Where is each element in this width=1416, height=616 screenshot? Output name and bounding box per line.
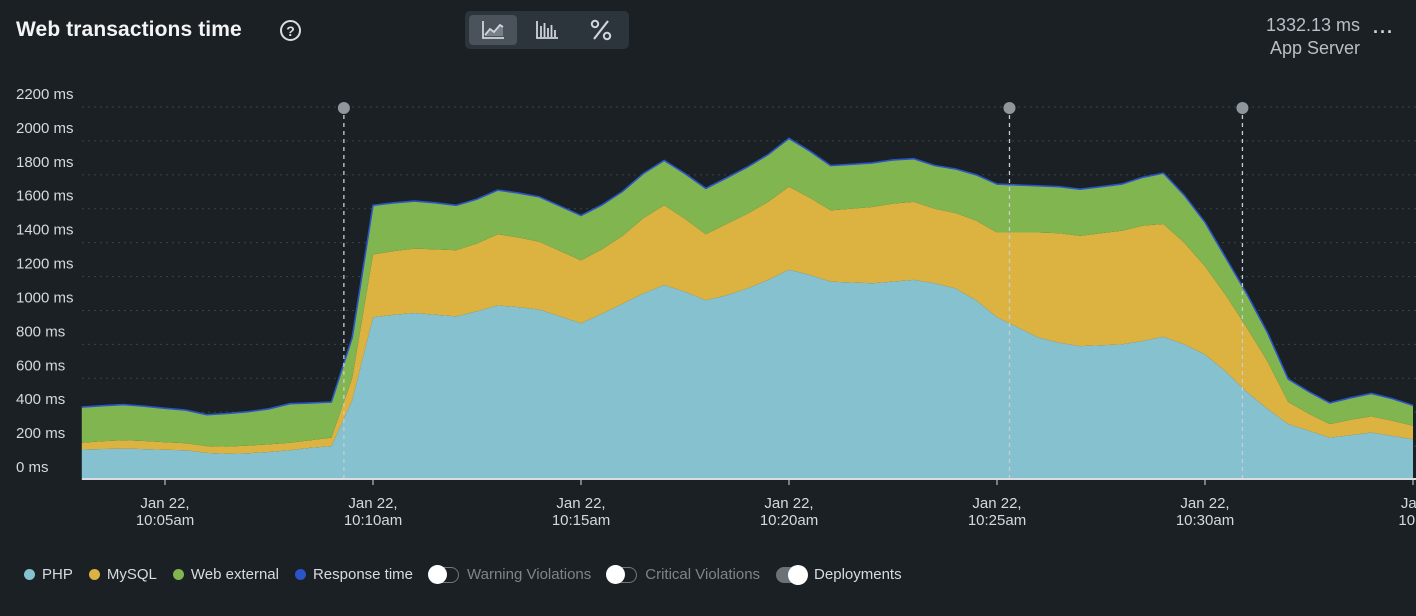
legend-label-php: PHP [42, 566, 73, 583]
critical-violations-switch[interactable] [606, 564, 638, 584]
y-tick-label: 1600 ms [16, 188, 74, 205]
x-tick-label-time: 10:3 [1398, 512, 1416, 529]
legend-item-response-time[interactable]: Response time [294, 566, 414, 583]
legend-swatch-response-time [294, 569, 306, 580]
x-tick-label-date: Jan 22, [972, 495, 1021, 512]
chart-plot: 0 ms 200 ms 400 ms 600 ms 800 ms 1000 ms 1200 … [16, 86, 1416, 529]
x-tick-label-date: Jan 22, [1180, 495, 1229, 512]
legend-label-web-external: Web external [190, 566, 279, 583]
deployments-switch[interactable] [776, 564, 809, 585]
warning-violations-switch[interactable] [428, 564, 460, 584]
y-tick-label: 1200 ms [16, 256, 74, 273]
y-tick-label: 0 ms [16, 459, 49, 476]
y-tick-label: 1000 ms [16, 289, 74, 306]
x-tick-label-date: Jan 22, [764, 495, 813, 512]
deployment-marker [1236, 102, 1249, 114]
deployments-label: Deployments [814, 566, 902, 583]
warning-violations-toggle[interactable]: Warning Violations [428, 564, 592, 584]
x-tick-label-time: 10:30am [1176, 512, 1234, 529]
y-tick-label: 400 ms [16, 391, 65, 408]
deployments-toggle[interactable]: Deployments [776, 564, 902, 585]
legend-item-web-external[interactable]: Web external [172, 566, 279, 583]
y-tick-label: 200 ms [16, 425, 65, 442]
x-tick-label-time: 10:15am [552, 512, 610, 529]
legend-item-mysql[interactable]: MySQL [88, 566, 157, 583]
x-tick-label-date: Jan 22, [556, 495, 605, 512]
x-tick-label-time: 10:20am [760, 512, 818, 529]
x-tick-label-date: Jan 22, [348, 495, 397, 512]
deployment-marker [1003, 102, 1016, 114]
legend-swatch-php [24, 569, 35, 580]
x-tick-label-time: 10:25am [968, 512, 1026, 529]
warning-violations-label: Warning Violations [467, 566, 592, 583]
legend-swatch-web-external [172, 569, 184, 580]
y-tick-label: 1400 ms [16, 222, 74, 239]
critical-violations-toggle[interactable]: Critical Violations [606, 564, 761, 584]
legend-item-php[interactable]: PHP [24, 566, 73, 583]
y-tick-label: 800 ms [16, 323, 65, 340]
legend-label-mysql: MySQL [106, 566, 157, 583]
y-tick-label: 2000 ms [16, 120, 74, 137]
x-tick-label-date: Jan [1401, 495, 1416, 512]
x-tick-label-date: Jan 22, [140, 495, 189, 512]
critical-violations-label: Critical Violations [645, 566, 761, 583]
chart-legend: PHP MySQL Web external Response time War… [24, 564, 918, 585]
y-tick-label: 1800 ms [16, 154, 74, 171]
y-tick-label: 600 ms [16, 357, 65, 374]
x-tick-label-time: 10:10am [344, 512, 402, 529]
legend-swatch-mysql [88, 569, 100, 580]
x-tick-label-time: 10:05am [136, 512, 194, 529]
y-tick-label: 2200 ms [16, 86, 74, 103]
legend-label-response-time: Response time [312, 566, 414, 583]
deployment-marker [337, 102, 350, 114]
